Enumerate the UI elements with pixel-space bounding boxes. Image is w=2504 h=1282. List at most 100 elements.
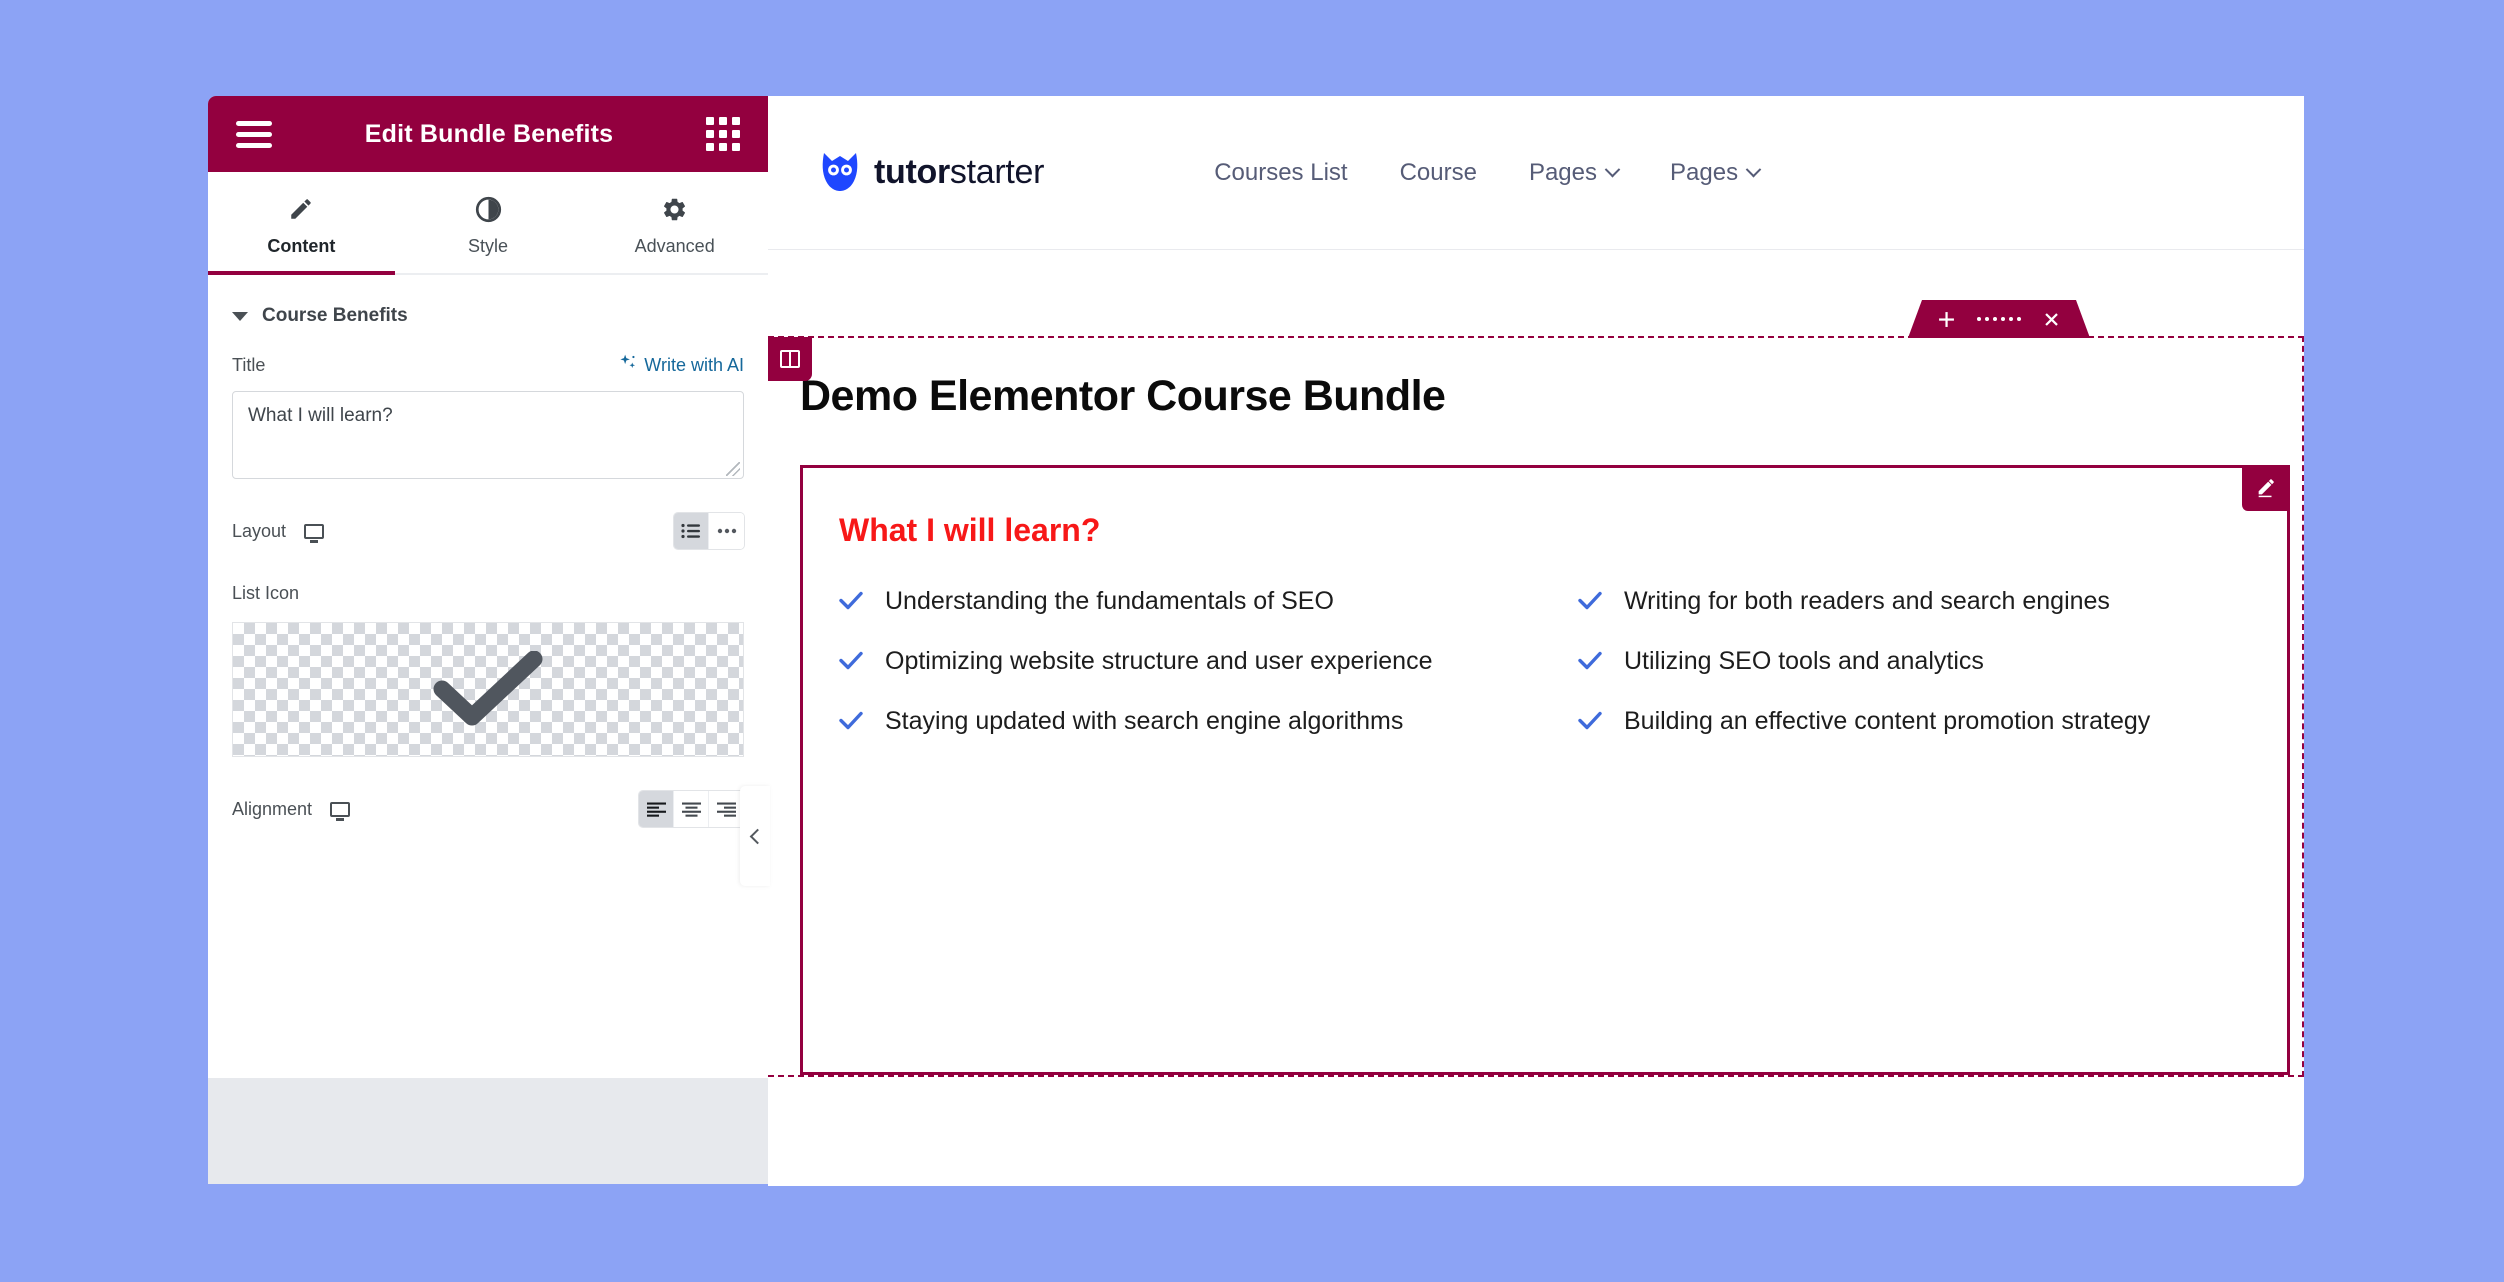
elementor-editor-panel: Edit Bundle Benefits Content Style Advan… bbox=[208, 96, 768, 1184]
layout-option-inline[interactable] bbox=[709, 513, 744, 549]
list-icon-preview[interactable] bbox=[232, 622, 744, 757]
section-course-benefits[interactable]: Course Benefits bbox=[208, 275, 768, 353]
nav-item-courses-list[interactable]: Courses List bbox=[1214, 159, 1347, 187]
brand-bold: tutor bbox=[874, 153, 950, 191]
caret-down-icon bbox=[232, 311, 248, 321]
list-item: Understanding the fundamentals of SEO bbox=[839, 585, 1508, 617]
nav-label: Courses List bbox=[1214, 158, 1348, 186]
control-layout: Layout bbox=[208, 513, 768, 549]
benefit-text: Staying updated with search engine algor… bbox=[885, 707, 1404, 735]
benefit-text: Building an effective content promotion … bbox=[1624, 707, 2151, 735]
benefits-title: What I will learn? bbox=[839, 512, 1101, 548]
pencil-icon bbox=[208, 194, 395, 224]
control-title: Title Write with AI What I will learn? bbox=[208, 353, 768, 479]
blue-checkmark-icon bbox=[839, 651, 863, 675]
panel-title: Edit Bundle Benefits bbox=[364, 119, 614, 148]
sparkle-ai-icon bbox=[618, 353, 637, 377]
tab-content[interactable]: Content bbox=[208, 172, 395, 275]
site-nav: Courses List Course Pages Pages bbox=[1214, 158, 1762, 187]
editor-stage: Edit Bundle Benefits Content Style Advan… bbox=[0, 0, 2504, 1282]
tab-advanced-label: Advanced bbox=[634, 236, 715, 256]
blue-checkmark-icon bbox=[1578, 651, 1602, 675]
drag-handle-dots-icon[interactable] bbox=[1977, 317, 2021, 321]
tab-style[interactable]: Style bbox=[395, 172, 582, 273]
benefits-list: Understanding the fundamentals of SEO Wr… bbox=[839, 585, 2247, 737]
bundle-benefits-widget[interactable]: What I will learn? Understanding the fun… bbox=[800, 465, 2290, 1075]
title-value: What I will learn? bbox=[248, 405, 393, 426]
layout-choices bbox=[674, 513, 744, 549]
preview-canvas: tutorstarter Courses List Course Pages P… bbox=[768, 96, 2304, 1186]
chevron-down-icon bbox=[1604, 161, 1621, 178]
panel-tabs: Content Style Advanced bbox=[208, 172, 768, 275]
widget-edit-button[interactable] bbox=[2242, 465, 2290, 511]
layout-option-list[interactable] bbox=[674, 513, 709, 549]
nav-label: Pages bbox=[1670, 158, 1739, 186]
title-label: Title bbox=[232, 354, 266, 375]
page-title: Demo Elementor Course Bundle bbox=[800, 372, 1446, 420]
chevron-left-icon bbox=[749, 828, 765, 844]
list-item: Staying updated with search engine algor… bbox=[839, 705, 1508, 737]
layout-label: Layout bbox=[232, 520, 287, 541]
brand-light: starter bbox=[949, 153, 1045, 191]
list-item: Building an effective content promotion … bbox=[1578, 705, 2247, 737]
nav-label: Course bbox=[1399, 158, 1477, 186]
collapse-panel-button[interactable] bbox=[740, 786, 770, 886]
alignment-label: Alignment bbox=[232, 798, 313, 819]
owl-logo-icon bbox=[820, 149, 860, 196]
alignment-option-center[interactable] bbox=[674, 791, 709, 827]
benefit-text: Understanding the fundamentals of SEO bbox=[885, 587, 1334, 615]
two-column-layout-icon bbox=[780, 350, 800, 368]
brand-text: tutorstarter bbox=[874, 153, 1044, 192]
checkmark-icon bbox=[433, 650, 543, 725]
chevron-down-icon bbox=[1745, 161, 1762, 178]
write-with-ai-button[interactable]: Write with AI bbox=[618, 353, 744, 377]
benefit-text: Utilizing SEO tools and analytics bbox=[1624, 647, 1984, 675]
list-item: Utilizing SEO tools and analytics bbox=[1578, 645, 2247, 677]
pencil-edit-icon bbox=[2258, 479, 2274, 498]
contrast-half-circle-icon bbox=[395, 194, 582, 224]
widgets-grid-icon[interactable] bbox=[706, 117, 740, 151]
nav-item-pages-1[interactable]: Pages bbox=[1528, 158, 1621, 187]
list-item: Writing for both readers and search engi… bbox=[1578, 585, 2247, 617]
title-textarea[interactable]: What I will learn? bbox=[232, 391, 744, 479]
site-header: tutorstarter Courses List Course Pages P… bbox=[768, 96, 2304, 250]
resize-grip-icon[interactable] bbox=[726, 462, 740, 476]
desktop-monitor-icon[interactable] bbox=[330, 801, 351, 817]
write-with-ai-label: Write with AI bbox=[644, 354, 744, 375]
gear-icon bbox=[581, 194, 768, 224]
benefit-text: Writing for both readers and search engi… bbox=[1624, 587, 2110, 615]
plus-icon[interactable] bbox=[1938, 311, 1955, 328]
panel-footer bbox=[208, 1078, 768, 1184]
close-x-icon[interactable] bbox=[2043, 311, 2060, 328]
benefit-text: Optimizing website structure and user ex… bbox=[885, 647, 1433, 675]
panel-header: Edit Bundle Benefits bbox=[208, 96, 768, 172]
blue-checkmark-icon bbox=[1578, 711, 1602, 735]
tab-style-label: Style bbox=[467, 236, 509, 256]
nav-item-course[interactable]: Course bbox=[1400, 159, 1477, 187]
section-title: Course Benefits bbox=[262, 305, 408, 326]
list-icon-label: List Icon bbox=[232, 583, 300, 603]
site-logo[interactable]: tutorstarter bbox=[820, 149, 1044, 196]
column-handle[interactable] bbox=[768, 337, 812, 381]
control-alignment: Alignment bbox=[208, 791, 768, 827]
blue-checkmark-icon bbox=[839, 711, 863, 735]
elementor-section[interactable]: Demo Elementor Course Bundle What I will… bbox=[768, 336, 2304, 1077]
tab-advanced[interactable]: Advanced bbox=[581, 172, 768, 273]
nav-item-pages-2[interactable]: Pages bbox=[1670, 158, 1762, 187]
alignment-option-right[interactable] bbox=[709, 791, 744, 827]
nav-label: Pages bbox=[1528, 158, 1598, 186]
desktop-monitor-icon[interactable] bbox=[304, 523, 325, 539]
control-list-icon: List Icon bbox=[208, 583, 768, 757]
blue-checkmark-icon bbox=[1578, 591, 1602, 615]
panel-body: Course Benefits Title Write with AI What… bbox=[208, 275, 768, 1078]
alignment-option-left[interactable] bbox=[639, 791, 674, 827]
section-toolbar bbox=[1908, 300, 2090, 338]
hamburger-menu-icon[interactable] bbox=[236, 120, 272, 148]
tab-content-label: Content bbox=[267, 236, 336, 256]
list-item: Optimizing website structure and user ex… bbox=[839, 645, 1508, 677]
blue-checkmark-icon bbox=[839, 591, 863, 615]
alignment-choices bbox=[639, 791, 744, 827]
